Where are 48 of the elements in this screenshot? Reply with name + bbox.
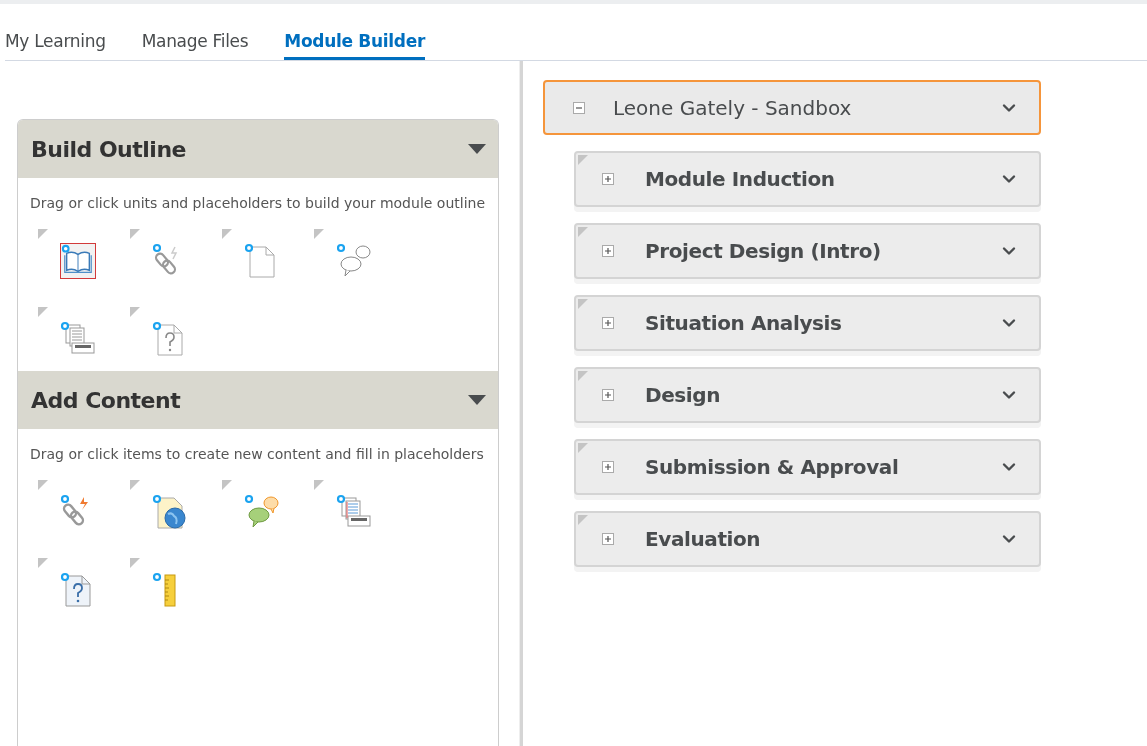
drag-corner-icon[interactable] [38, 480, 48, 490]
drag-corner-icon[interactable] [578, 299, 588, 309]
drag-corner-icon[interactable] [130, 307, 140, 317]
drag-corner-icon[interactable] [130, 229, 140, 239]
drag-corner-icon[interactable] [578, 371, 588, 381]
drag-corner-icon[interactable] [314, 229, 324, 239]
expand-icon[interactable] [602, 533, 614, 545]
drag-corner-icon[interactable] [578, 443, 588, 453]
drag-corner-icon[interactable] [578, 227, 588, 237]
expand-icon[interactable] [602, 245, 614, 257]
expand-icon[interactable] [602, 461, 614, 473]
speech-bubbles-icon[interactable] [244, 494, 280, 530]
expand-icon[interactable] [602, 173, 614, 185]
expand-icon[interactable] [602, 389, 614, 401]
tab[interactable]: Manage Files [141, 4, 249, 60]
tab[interactable]: My Learning [5, 4, 106, 60]
panel-description: Drag or click units and placeholders to build your module outline [30, 194, 486, 213]
caret-down-icon[interactable] [468, 395, 486, 405]
node-title: Design [645, 383, 722, 407]
drag-corner-icon[interactable] [130, 480, 140, 490]
drag-corner-icon[interactable] [130, 558, 140, 568]
node-title: Leone Gately - Sandbox [613, 95, 853, 120]
book-icon[interactable] [60, 243, 96, 279]
expand-icon[interactable] [602, 317, 614, 329]
panel-description: Drag or click items to create new content and fill in placeholders [30, 445, 485, 464]
drag-corner-icon[interactable] [222, 229, 232, 239]
node-title: Module Induction [645, 167, 836, 191]
caret-down-icon[interactable] [468, 144, 486, 154]
drag-corner-icon[interactable] [222, 480, 232, 490]
speech-bubbles-icon[interactable] [336, 243, 372, 279]
node-title: Project Design (Intro) [645, 239, 882, 263]
outline-node[interactable]: Leone Gately - Sandbox [543, 80, 1041, 135]
document-stack-tray-icon[interactable] [336, 494, 372, 530]
panel-title: Add Content [31, 387, 181, 413]
panel-title: Build Outline [31, 136, 186, 162]
collapse-icon[interactable] [573, 101, 585, 114]
drag-corner-icon[interactable] [314, 480, 324, 490]
node-title: Evaluation [645, 527, 762, 551]
drag-corner-icon[interactable] [578, 515, 588, 525]
tab[interactable]: Module Builder [284, 4, 426, 60]
drag-corner-icon[interactable] [38, 307, 48, 317]
drag-corner-icon[interactable] [38, 229, 48, 239]
document-stack-tray-icon[interactable] [60, 321, 96, 357]
node-title: Situation Analysis [645, 311, 843, 335]
node-title: Submission & Approval [645, 455, 900, 479]
drag-corner-icon[interactable] [578, 155, 588, 165]
drag-corner-icon[interactable] [38, 558, 48, 568]
globe-document-icon[interactable] [152, 494, 188, 530]
